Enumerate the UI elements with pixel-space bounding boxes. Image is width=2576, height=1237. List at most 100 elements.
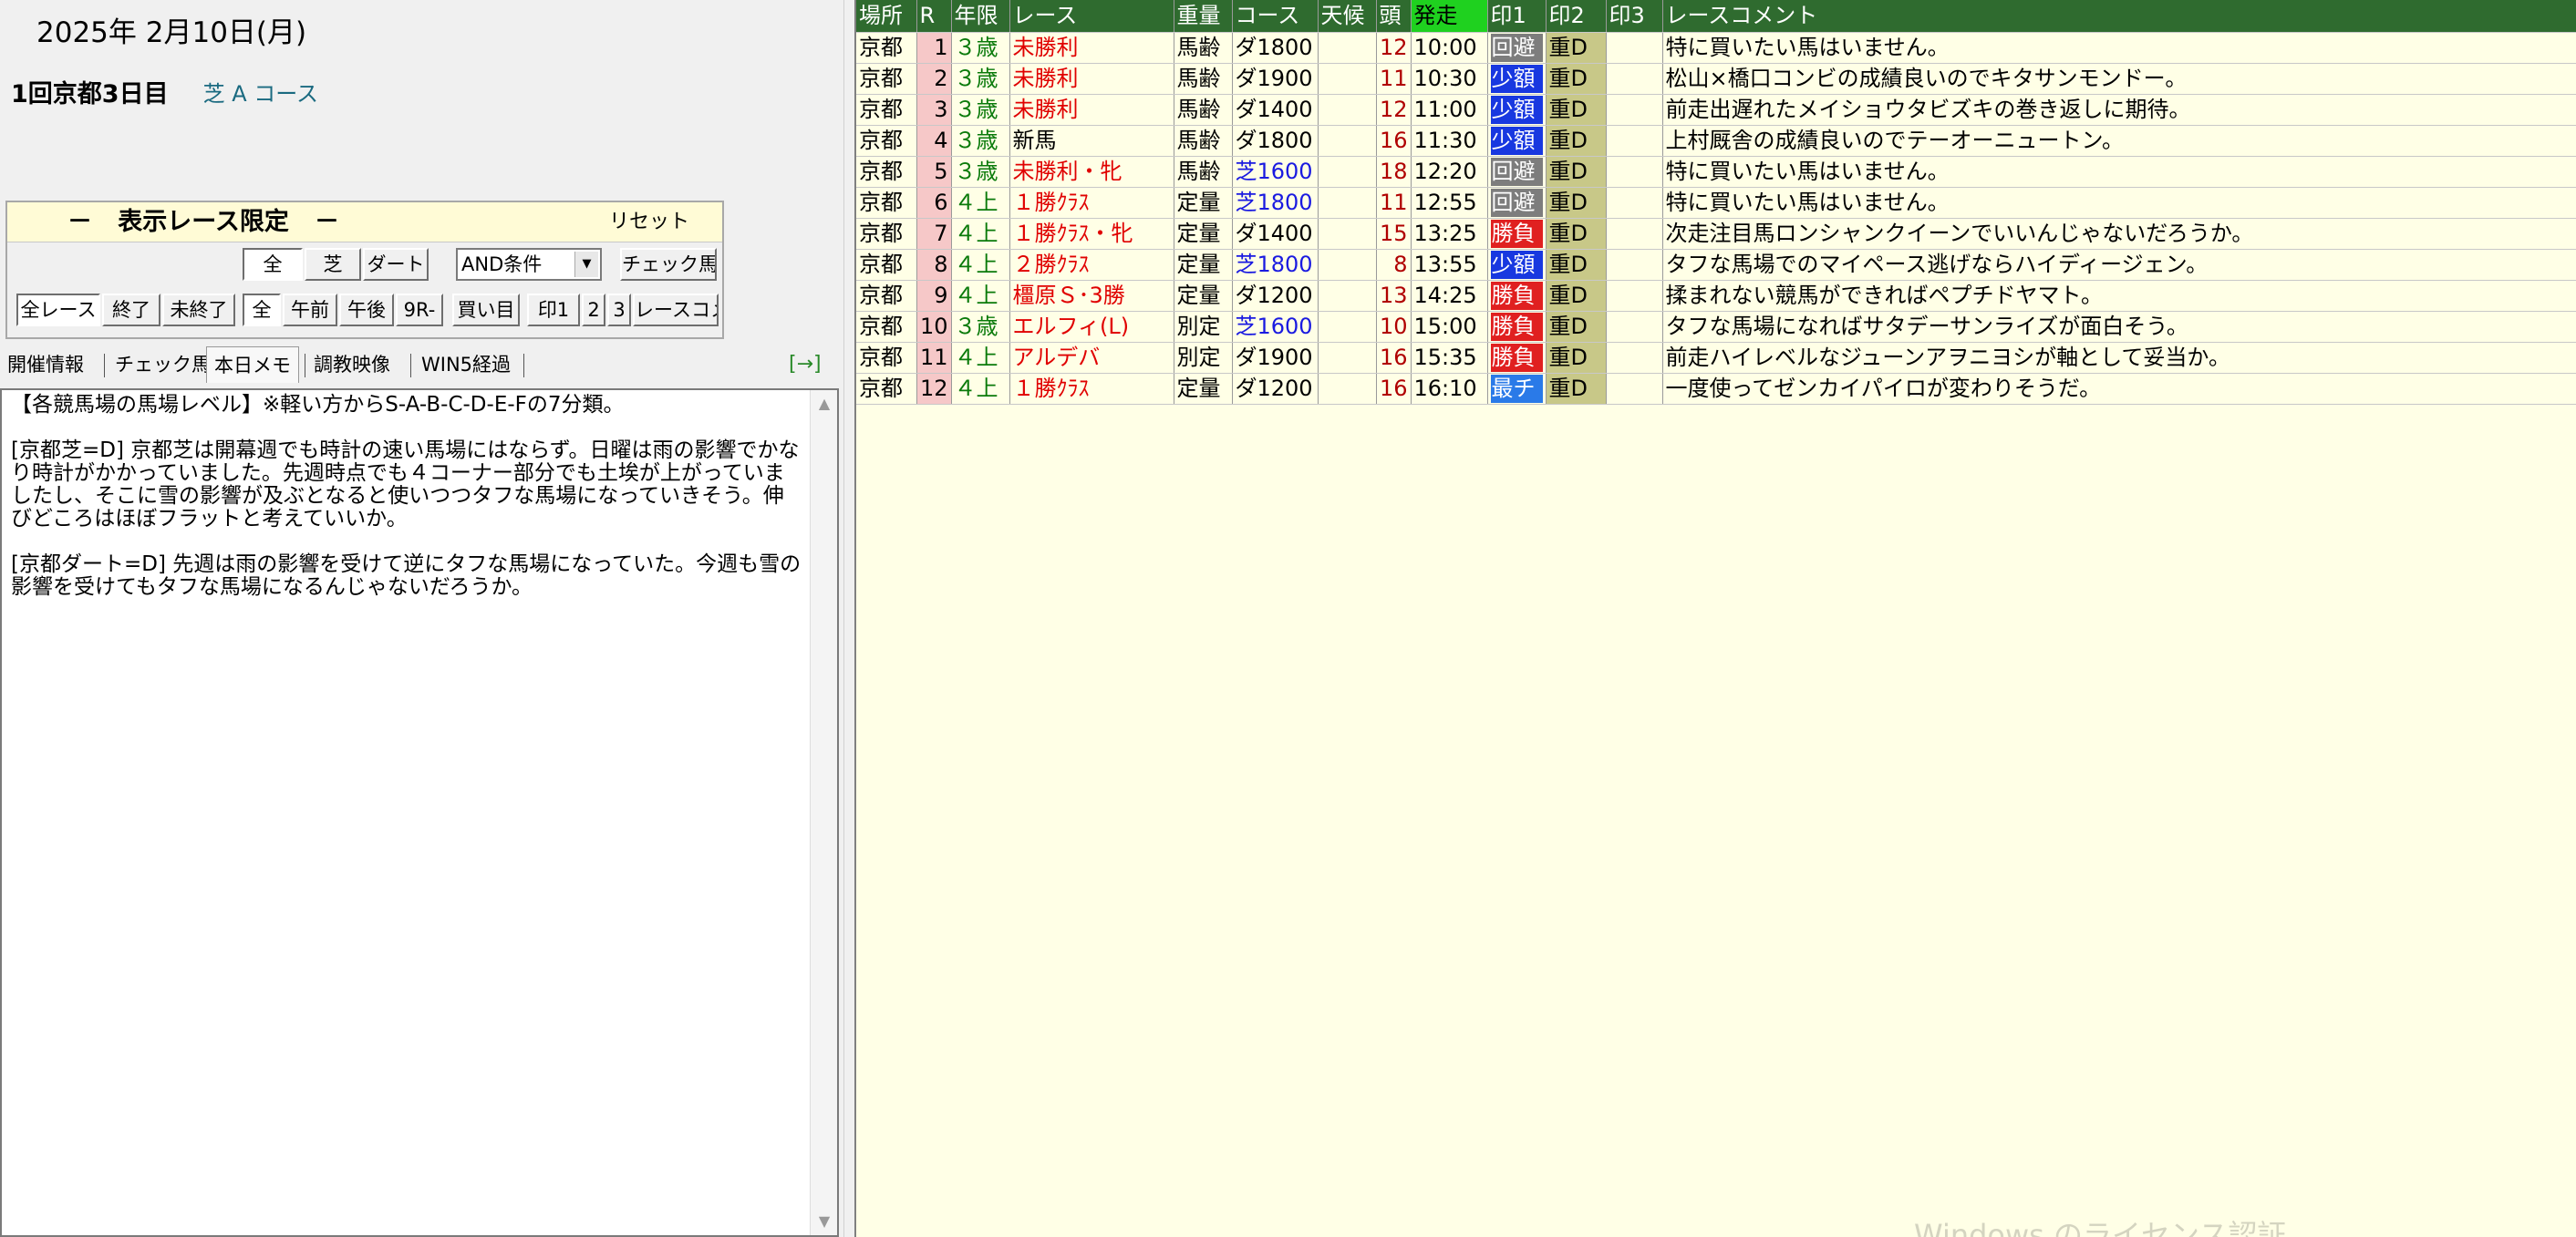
cell-mark2[interactable]: 重D [1546,218,1607,250]
cell-mark2[interactable]: 重D [1546,187,1607,219]
cell-mark3[interactable] [1606,156,1663,188]
expand-arrow-link[interactable]: [→] [789,346,822,383]
cell-mark3[interactable] [1606,218,1663,250]
mark1-badge: 回避 [1490,188,1543,217]
cell-mark1[interactable]: 勝負 [1487,342,1547,374]
table-row[interactable]: 京都 5 ３歳 未勝利・牝 馬齢 芝1600 18 12:20 回避 重D 特に… [856,156,2576,188]
cell-mark1[interactable]: 回避 [1487,187,1547,219]
cell-mark3[interactable] [1606,311,1663,343]
col-header-weight[interactable]: 重量 [1174,0,1233,33]
cell-mark1[interactable]: 勝負 [1487,280,1547,312]
cell-mark2[interactable]: 重D [1546,311,1607,343]
cell-mark2[interactable]: 重D [1546,280,1607,312]
col-header-mark1[interactable]: 印1 [1487,0,1547,33]
cell-mark1[interactable]: 少額 [1487,63,1547,95]
col-header-age[interactable]: 年限 [951,0,1010,33]
cell-mark1[interactable]: 少額 [1487,249,1547,281]
col-header-course[interactable]: コース [1232,0,1319,33]
col-header-r[interactable]: R [916,0,952,33]
morning-button[interactable]: 午前 [283,294,337,326]
cell-mark1[interactable]: 勝負 [1487,218,1547,250]
table-row[interactable]: 京都 3 ３歳 未勝利 馬齢 ダ1400 12 11:00 少額 重D 前走出遅… [856,94,2576,126]
table-row[interactable]: 京都 12 ４上 １勝ｸﾗｽ 定量 ダ1200 16 16:10 最チ 重D 一… [856,373,2576,405]
mark3-button[interactable]: 3 [607,294,631,326]
condition-select[interactable]: AND条件 ▼ [456,248,602,281]
cell-mark1[interactable]: 少額 [1487,94,1547,126]
col-header-mark3[interactable]: 印3 [1606,0,1663,33]
surface-turf-button[interactable]: 芝 [305,248,361,281]
cell-mark1[interactable]: 勝負 [1487,311,1547,343]
cell-mark3[interactable] [1606,94,1663,126]
table-row[interactable]: 京都 10 ３歳 エルフィ(L) 別定 芝1600 10 15:00 勝負 重D… [856,311,2576,343]
table-row[interactable]: 京都 9 ４上 橿原Ｓ･3勝 定量 ダ1200 13 14:25 勝負 重D 揉… [856,280,2576,312]
cell-comment: 一度使ってゼンカイパイロが変わりそうだ。 [1662,373,2576,405]
tab-today-memo[interactable]: 本日メモ [206,346,299,383]
tab-meeting-info[interactable]: 開催情報 [7,346,84,383]
col-header-start-time[interactable]: 発走 [1411,0,1488,33]
mark1-button[interactable]: 印1 [527,294,580,326]
cell-mark2[interactable]: 重D [1546,94,1607,126]
memo-textarea[interactable]: 【各競馬場の馬場レベル】※軽い方からS-A-B-C-D-E-Fの7分類。 [京都… [0,388,839,1237]
col-header-comment[interactable]: レースコメント [1662,0,2576,33]
tab-win5-progress[interactable]: WIN5経過 [421,346,511,383]
cell-age: ４上 [951,280,1010,312]
cell-race-number: 5 [916,156,952,188]
meeting-label: 1回京都3日目 [11,79,169,108]
cell-mark3[interactable] [1606,280,1663,312]
cell-age: ３歳 [951,63,1010,95]
table-row[interactable]: 京都 8 ４上 ２勝ｸﾗｽ 定量 芝1800 8 13:55 少額 重D タフな… [856,249,2576,281]
mark2-button[interactable]: 2 [582,294,605,326]
col-header-mark2[interactable]: 印2 [1546,0,1607,33]
race-comment-button[interactable]: レースコメ [633,294,719,326]
memo-scrollbar[interactable]: ▲ ▼ [810,390,837,1235]
pane-splitter[interactable] [843,0,854,1237]
table-row[interactable]: 京都 6 ４上 １勝ｸﾗｽ 定量 芝1800 11 12:55 回避 重D 特に… [856,187,2576,219]
chevron-down-icon[interactable]: ▼ [574,252,598,277]
reset-button[interactable]: リセット [609,202,689,242]
cell-mark2[interactable]: 重D [1546,342,1607,374]
scroll-up-icon[interactable]: ▲ [811,390,838,417]
finished-button[interactable]: 終了 [102,294,160,326]
cell-mark1[interactable]: 回避 [1487,156,1547,188]
cell-mark3[interactable] [1606,187,1663,219]
col-header-place[interactable]: 場所 [856,0,917,33]
cell-mark1[interactable]: 少額 [1487,125,1547,157]
cell-mark2[interactable]: 重D [1546,125,1607,157]
cell-mark2[interactable]: 重D [1546,373,1607,405]
race-table: 場所 R 年限 レース 重量 コース 天候 頭 発走 印1 印2 印3 レースコ… [856,0,2576,405]
unfinished-button[interactable]: 未終了 [162,294,235,326]
all-races-button[interactable]: 全レース [16,294,100,326]
col-header-race[interactable]: レース [1009,0,1174,33]
surface-dirt-button[interactable]: ダート [363,248,429,281]
table-row[interactable]: 京都 7 ４上 １勝ｸﾗｽ・牝 定量 ダ1400 15 13:25 勝負 重D … [856,218,2576,250]
cell-comment: タフな馬場でのマイペース逃げならハイディージェン。 [1662,249,2576,281]
table-row[interactable]: 京都 2 ３歳 未勝利 馬齢 ダ1900 11 10:30 少額 重D 松山×橋… [856,63,2576,95]
cell-mark2[interactable]: 重D [1546,63,1607,95]
cell-mark3[interactable] [1606,342,1663,374]
col-header-heads[interactable]: 頭 [1376,0,1412,33]
table-row[interactable]: 京都 11 ４上 アルデバ 別定 ダ1900 16 15:35 勝負 重D 前走… [856,342,2576,374]
cell-mark3[interactable] [1606,249,1663,281]
cell-mark2[interactable]: 重D [1546,156,1607,188]
cell-mark3[interactable] [1606,373,1663,405]
cell-mark1[interactable]: 最チ [1487,373,1547,405]
table-row[interactable]: 京都 1 ３歳 未勝利 馬齢 ダ1800 12 10:00 回避 重D 特に買い… [856,32,2576,64]
time-all-button[interactable]: 全 [243,294,281,326]
tab-check-horse[interactable]: チェック馬 [115,346,211,383]
cell-mark3[interactable] [1606,125,1663,157]
surface-all-button[interactable]: 全 [243,248,303,281]
cell-mark2[interactable]: 重D [1546,249,1607,281]
cell-mark1[interactable]: 回避 [1487,32,1547,64]
col-header-weather[interactable]: 天候 [1318,0,1377,33]
race9-plus-button[interactable]: 9R- [396,294,443,326]
tab-training-video[interactable]: 調教映像 [314,346,390,383]
scroll-down-icon[interactable]: ▼ [811,1208,838,1235]
cell-mark2[interactable]: 重D [1546,32,1607,64]
cell-weight: 定量 [1174,373,1233,405]
check-horse-button[interactable]: チェック馬 [620,248,717,281]
bet-button[interactable]: 買い目 [452,294,520,326]
afternoon-button[interactable]: 午後 [339,294,394,326]
cell-mark3[interactable] [1606,32,1663,64]
table-row[interactable]: 京都 4 ３歳 新馬 馬齢 ダ1800 16 11:30 少額 重D 上村厩舎の… [856,125,2576,157]
cell-mark3[interactable] [1606,63,1663,95]
